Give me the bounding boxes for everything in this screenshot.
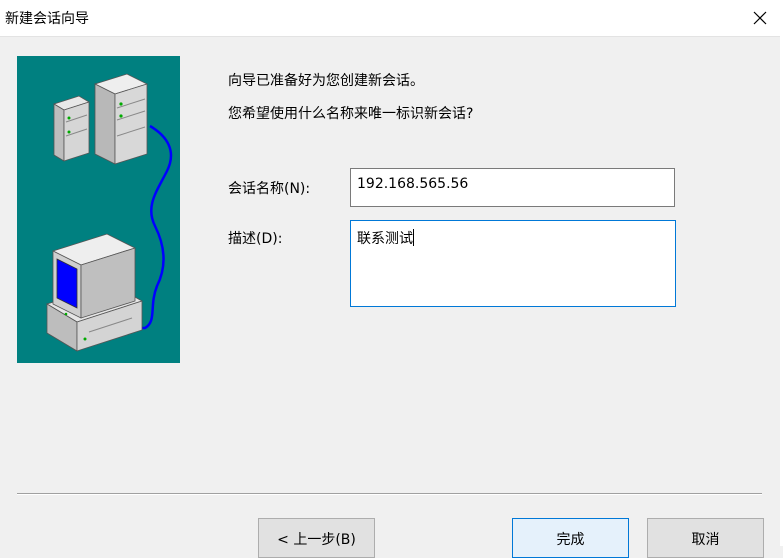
session-name-value: 192.168.565.56	[357, 176, 469, 192]
title-bar: 新建会话向导	[0, 0, 783, 37]
divider	[17, 493, 762, 495]
close-button[interactable]	[737, 0, 783, 36]
close-icon	[753, 11, 767, 25]
text-caret	[413, 229, 414, 246]
session-name-input[interactable]: 192.168.565.56	[350, 168, 675, 207]
computer-monitor-icon	[46, 233, 143, 352]
cancel-button[interactable]: 取消	[647, 518, 764, 558]
description-value: 联系测试	[357, 231, 413, 247]
finish-button[interactable]: 完成	[512, 518, 629, 558]
intro-line-1: 向导已准备好为您创建新会话。	[228, 73, 424, 89]
description-label: 描述(D):	[228, 231, 283, 247]
wizard-illustration	[17, 56, 180, 363]
window-title: 新建会话向导	[5, 11, 89, 27]
server-small-icon	[53, 95, 90, 162]
server-tower-icon	[93, 73, 149, 165]
back-button[interactable]: < 上一步(B)	[258, 518, 375, 558]
intro-line-2: 您希望使用什么名称来唯一标识新会话?	[228, 106, 474, 122]
session-name-label: 会话名称(N):	[228, 181, 311, 197]
description-textarea[interactable]: 联系测试	[350, 220, 676, 307]
